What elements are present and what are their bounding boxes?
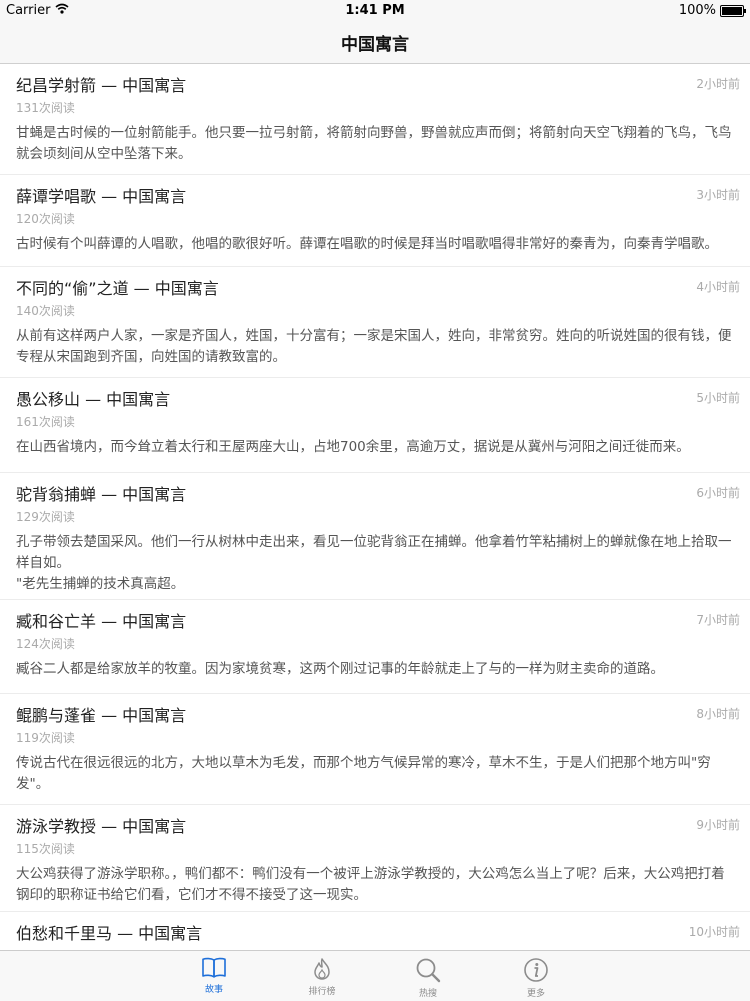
list-item[interactable]: 鲲鹏与蓬雀 — 中国寓言 8小时前 119次阅读 传说古代在很远很远的北方，大地… xyxy=(0,694,750,805)
list-item[interactable]: 驼背翁捕蝉 — 中国寓言 6小时前 129次阅读 孔子带领去楚国采风。他们一行从… xyxy=(0,473,750,600)
tab-label: 更多 xyxy=(526,989,545,999)
story-title: 不同的“偷”之道 — 中国寓言 xyxy=(16,279,219,298)
list-item[interactable]: 伯愁和千里马 — 中国寓言 10小时前 xyxy=(0,912,750,950)
list-item[interactable]: 臧和谷亡羊 — 中国寓言 7小时前 124次阅读 臧谷二人都是给家放羊的牧童。因… xyxy=(0,600,750,694)
story-time: 3小时前 xyxy=(696,188,740,202)
story-time: 2小时前 xyxy=(696,77,740,91)
read-count: 124次阅读 xyxy=(16,637,75,651)
story-list[interactable]: 纪昌学射箭 — 中国寓言 2小时前 131次阅读 甘蝇是古时候的一位射箭能手。他… xyxy=(0,64,750,950)
list-item[interactable]: 纪昌学射箭 — 中国寓言 2小时前 131次阅读 甘蝇是古时候的一位射箭能手。他… xyxy=(0,64,750,175)
info-icon xyxy=(524,958,548,982)
story-summary: 孔子带领去楚国采风。他们一行从树林中走出来，看见一位驼背翁正在捕蝉。他拿着竹竿粘… xyxy=(16,534,732,592)
story-time: 8小时前 xyxy=(696,707,740,721)
search-icon xyxy=(416,958,441,983)
tab-hot-search[interactable]: 热搜 xyxy=(388,951,468,1001)
story-title: 薛谭学唱歌 — 中国寓言 xyxy=(16,187,187,206)
tab-ranking[interactable]: 排行榜 xyxy=(282,951,362,1001)
page-title: 中国寓言 xyxy=(341,35,409,55)
navigation-bar: 中国寓言 xyxy=(0,22,750,64)
story-title: 驼背翁捕蝉 — 中国寓言 xyxy=(16,485,187,504)
story-summary: 甘蝇是古时候的一位射箭能手。他只要一拉弓射箭，将箭射向野兽，野兽就应声而倒；将箭… xyxy=(16,125,732,162)
read-count: 120次阅读 xyxy=(16,212,75,226)
battery: 100% xyxy=(678,3,746,18)
battery-icon xyxy=(720,4,746,17)
list-item[interactable]: 不同的“偷”之道 — 中国寓言 4小时前 140次阅读 从前有这样两户人家，一家… xyxy=(0,267,750,378)
story-summary: 在山西省境内，而今耸立着太行和王屋两座大山，占地700余里，高逾万丈，据说是从冀… xyxy=(16,439,690,455)
story-time: 5小时前 xyxy=(696,391,740,405)
read-count: 129次阅读 xyxy=(16,510,75,524)
story-time: 9小时前 xyxy=(696,818,740,832)
story-summary: 从前有这样两户人家，一家是齐国人，姓国，十分富有；一家是宋国人，姓向，非常贫穷。… xyxy=(16,328,732,365)
clock: 1:41 PM xyxy=(345,3,405,18)
status-bar: Carrier 1:41 PM 100% xyxy=(0,0,750,22)
tab-bar: 故事 排行榜 热搜 更多 xyxy=(0,950,750,1001)
read-count: 115次阅读 xyxy=(16,842,75,856)
story-title: 游泳学教授 — 中国寓言 xyxy=(16,817,187,836)
story-summary: 大公鸡获得了游泳学职称。，鸭们都不：鸭们没有一个被评上游泳学教授的，大公鸡怎么当… xyxy=(16,866,725,903)
read-count: 119次阅读 xyxy=(16,731,75,745)
story-time: 10小时前 xyxy=(688,925,740,939)
story-summary: 古时候有个叫薛谭的人唱歌，他唱的歌很好听。薛谭在唱歌的时候是拜当时唱歌唱得非常好… xyxy=(16,236,718,252)
story-time: 4小时前 xyxy=(696,280,740,294)
read-count: 140次阅读 xyxy=(16,304,75,318)
story-title: 臧和谷亡羊 — 中国寓言 xyxy=(16,612,187,631)
tab-label: 排行榜 xyxy=(308,987,336,997)
tab-more[interactable]: 更多 xyxy=(496,951,576,1001)
story-time: 7小时前 xyxy=(696,613,740,627)
tab-label: 热搜 xyxy=(418,989,437,999)
book-icon xyxy=(202,957,226,978)
story-summary: 臧谷二人都是给家放羊的牧童。因为家境贫寒，这两个刚过记事的年龄就走上了与的一样为… xyxy=(16,661,664,677)
story-title: 纪昌学射箭 — 中国寓言 xyxy=(16,76,187,95)
list-item[interactable]: 薛谭学唱歌 — 中国寓言 3小时前 120次阅读 古时候有个叫薛谭的人唱歌，他唱… xyxy=(0,175,750,267)
list-item[interactable]: 游泳学教授 — 中国寓言 9小时前 115次阅读 大公鸡获得了游泳学职称。，鸭们… xyxy=(0,805,750,912)
read-count: 131次阅读 xyxy=(16,101,75,115)
flame-icon xyxy=(314,958,330,980)
tab-label: 故事 xyxy=(204,985,223,995)
story-title: 愚公移山 — 中国寓言 xyxy=(16,390,171,409)
battery-percent: 100% xyxy=(678,3,716,18)
story-time: 6小时前 xyxy=(696,486,740,500)
tab-stories[interactable]: 故事 xyxy=(174,951,254,1001)
story-title: 鲲鹏与蓬雀 — 中国寓言 xyxy=(16,706,187,725)
read-count: 161次阅读 xyxy=(16,415,75,429)
list-item[interactable]: 愚公移山 — 中国寓言 5小时前 161次阅读 在山西省境内，而今耸立着太行和王… xyxy=(0,378,750,473)
story-title: 伯愁和千里马 — 中国寓言 xyxy=(16,924,203,943)
story-summary: 传说古代在很远很远的北方，大地以草木为毛发，而那个地方气候异常的寒冷，草木不生，… xyxy=(16,755,711,792)
